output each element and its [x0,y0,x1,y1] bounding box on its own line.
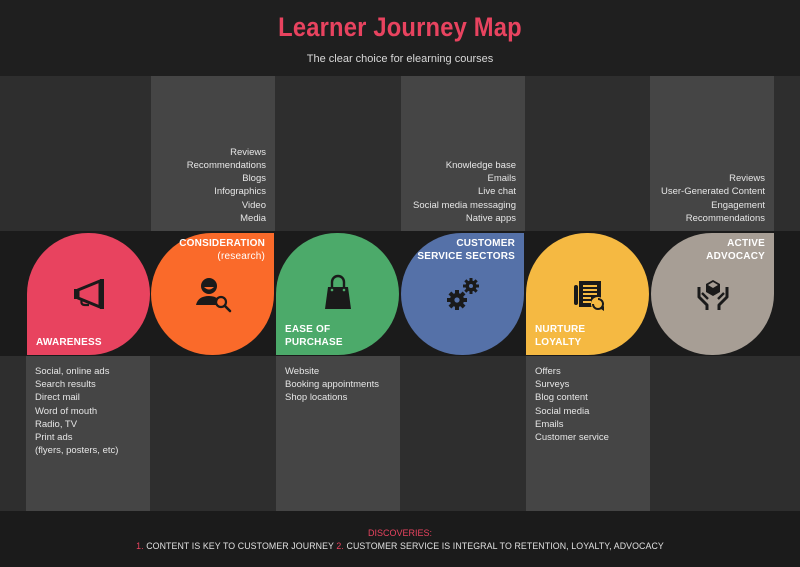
list-item: Social media messaging [413,199,516,211]
stage-label-line: Active [727,238,765,249]
nurture-loyalty-details-list: Offers Surveys Blog content Social media… [535,365,609,444]
stage-label-line: Nurture [535,324,586,335]
stage-label: Consideration (research) [179,238,265,263]
list-item: Print ads [35,432,73,444]
active-advocacy-details-list: Reviews User-Generated Content Engagemen… [661,172,765,225]
list-item: Knowledge base [445,159,516,171]
page-title: Learner Journey Map [278,12,522,42]
stage-label: Nurture Loyalty [535,324,585,349]
list-item: Reviews [230,146,266,158]
gears-icon [440,271,486,317]
list-item: Engagement [711,199,765,211]
awareness-details-panel: Social, online ads Search results Direct… [26,356,150,511]
footer [0,511,800,567]
stage-label-line: Loyalty [535,336,582,348]
stage-customer-service-sectors: Customer Service Sectors [401,233,524,355]
consideration-details-list: Reviews Recommendations Blogs Infographi… [187,146,266,225]
discovery-item: CUSTOMER SERVICE IS INTEGRAL TO RETENTIO… [346,541,664,551]
list-item: Live chat [477,186,516,198]
list-item: Surveys [535,379,570,391]
list-item: Customer service [535,432,609,444]
list-item: Reviews [729,173,765,185]
list-item: Shop locations [285,392,348,404]
stage-label-line: Customer [456,238,515,249]
stage-consideration: Consideration (research) [151,233,274,355]
list-item: Word of mouth [35,405,98,417]
list-item: Search results [35,379,96,391]
megaphone-icon [66,271,112,317]
stage-label: Active Advocacy [706,238,765,263]
list-item: Recommendations [186,159,266,171]
stage-nurture-loyalty: Nurture Loyalty [526,233,649,355]
stage-sublabel: (research) [217,250,265,262]
discovery-number: 1. [136,541,144,551]
stage-label: Customer Service Sectors [417,238,515,263]
stage-label-line: Service Sectors [417,250,515,262]
list-item: Media [240,212,266,224]
active-advocacy-details-panel: Reviews User-Generated Content Engagemen… [650,76,774,231]
list-item: Emails [535,418,564,430]
list-item: Emails [487,173,516,185]
list-item: Offers [535,366,561,377]
list-item: Infographics [214,186,266,198]
list-item: Social, online ads [35,366,110,377]
list-item: Radio, TV [35,418,78,430]
customer-service-details-list: Knowledge base Emails Live chat Social m… [413,159,516,225]
stage-label-line: Purchase [285,336,343,348]
discoveries-title: DISCOVERIES: [367,528,432,538]
nurture-loyalty-details-panel: Offers Surveys Blog content Social media… [526,356,650,511]
stage-label-line: Consideration [179,238,265,249]
list-item: Video [241,199,266,211]
list-item: Direct mail [35,392,80,404]
list-item: (flyers, posters, etc) [35,445,119,457]
stage-label: Awareness [36,337,102,350]
consideration-details-panel: Reviews Recommendations Blogs Infographi… [151,76,275,231]
stage-label: Ease of Purchase [285,324,343,349]
header: Learner Journey Map The clear choice for… [0,0,800,76]
list-item: Social media [535,405,590,417]
stage-label-line: Advocacy [706,250,765,262]
user-search-icon [190,271,236,317]
list-item: Blog content [535,392,588,404]
list-item: Recommendations [685,212,765,224]
list-item: Blogs [242,173,266,185]
stage-active-advocacy: Active Advocacy [651,233,774,355]
list-item: Website [285,366,320,377]
ease-of-purchase-details-list: Website Booking appointments Shop locati… [285,365,379,405]
stage-ease-of-purchase: Ease of Purchase [276,233,399,355]
stage-label-line: Awareness [36,336,102,348]
page-subtitle: The clear choice for elearning courses [306,53,494,65]
stage-label-line: Ease of [285,324,331,335]
newsletter-refresh-icon [565,271,611,317]
list-item: Booking appointments [285,379,380,391]
awareness-details-list: Social, online ads Search results Direct… [35,365,118,457]
customer-service-details-panel: Knowledge base Emails Live chat Social m… [401,76,525,231]
ease-of-purchase-details-panel: Website Booking appointments Shop locati… [276,356,400,511]
stage-awareness: Awareness [27,233,150,355]
list-item: Native apps [465,212,516,224]
discovery-item: CONTENT IS KEY TO CUSTOMER JOURNEY [146,541,334,551]
discovery-number: 2. [336,541,344,551]
hands-box-icon [690,271,736,317]
discoveries-text: 1. CONTENT IS KEY TO CUSTOMER JOURNEY 2.… [0,541,800,551]
list-item: User-Generated Content [660,186,765,198]
shopping-bag-icon [315,271,361,317]
